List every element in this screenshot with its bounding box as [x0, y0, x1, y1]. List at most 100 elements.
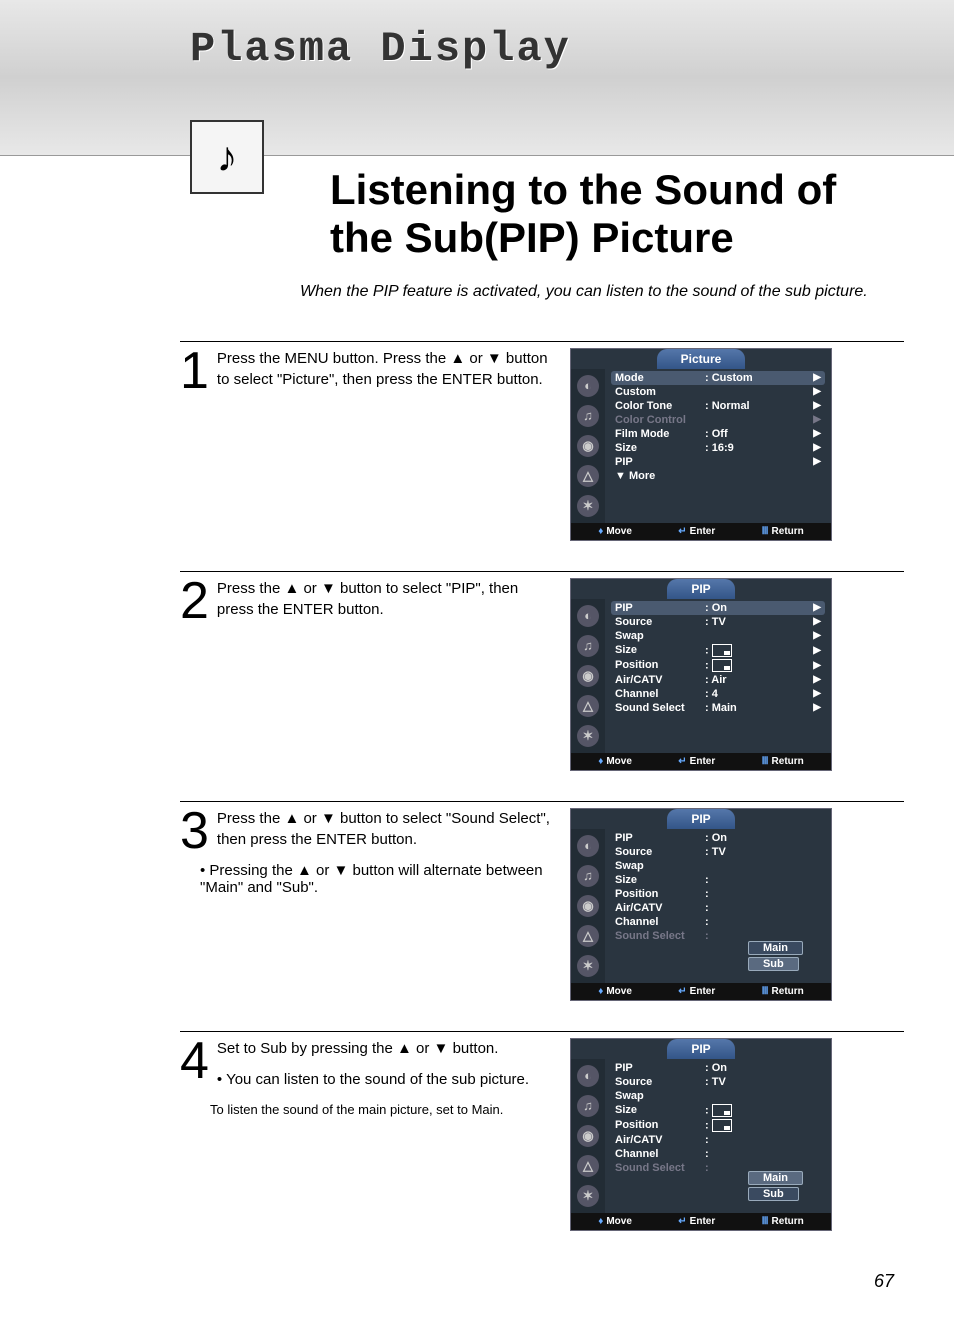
osd-menu-item[interactable]: Color Control ▶ [611, 413, 825, 427]
step-number: 2 [180, 578, 209, 625]
osd-menu-item[interactable]: Film Mode : Off ▶ [611, 427, 825, 441]
osd-menu-item[interactable]: Size : ▶ [611, 643, 825, 658]
osd-menu-item[interactable]: Channel : [611, 1147, 825, 1161]
pip-rect-icon [712, 1104, 732, 1117]
osd-menu-item[interactable]: Color Tone : Normal ▶ [611, 399, 825, 413]
osd-menu-item[interactable]: PIP : On [611, 1061, 825, 1075]
osd-screenshot: PIP ◐ ♫ ◉ △ ✶ PIP : On ▶ Source : TV ▶ S… [570, 578, 832, 771]
osd-menu-item[interactable]: Position : [611, 1118, 825, 1133]
osd-popup: Main Sub [748, 1170, 803, 1202]
osd-popup-option[interactable]: Sub [748, 957, 799, 971]
osd-item-label: Sound Select [615, 1162, 705, 1174]
osd-item-value: : [705, 888, 821, 900]
osd-item-label: Position [615, 1119, 705, 1131]
chevron-right-icon: ▶ [813, 645, 821, 656]
osd-popup: Main Sub [748, 940, 803, 972]
osd-item-value: : [705, 916, 821, 928]
osd-menu-item[interactable]: PIP : On ▶ [611, 601, 825, 615]
picture-icon: ◐ [577, 835, 599, 857]
osd-popup-option[interactable]: Main [748, 1171, 803, 1185]
step-row: 3 Press the ▲ or ▼ button to select "Sou… [180, 801, 904, 1001]
osd-menu-item[interactable]: Source : TV ▶ [611, 615, 825, 629]
osd-menu-item[interactable]: Channel : 4 ▶ [611, 687, 825, 701]
osd-item-label: Swap [615, 1090, 705, 1102]
function-icon: ✶ [577, 725, 599, 747]
enter-icon: ↵ [678, 526, 686, 537]
osd-item-label: Color Tone [615, 400, 705, 412]
osd-menu-item[interactable]: Source : TV [611, 1075, 825, 1089]
picture-icon: ◐ [577, 605, 599, 627]
osd-item-label: Channel [615, 1148, 705, 1160]
osd-menu-item[interactable]: Size : [611, 873, 825, 887]
osd-item-label: Custom [615, 386, 705, 398]
osd-popup-option[interactable]: Main [748, 941, 803, 955]
chevron-right-icon: ▶ [813, 428, 821, 439]
osd-menu-item[interactable]: Air/CATV : [611, 1133, 825, 1147]
step-bullet: • Pressing the ▲ or ▼ button will altern… [200, 862, 550, 896]
chevron-right-icon: ▶ [813, 616, 821, 627]
osd-title: PIP [667, 809, 734, 829]
osd-popup-option[interactable]: Sub [748, 1187, 799, 1201]
manual-page: Plasma Display ♪ Listening to the Sound … [0, 0, 954, 1322]
osd-item-value: : [705, 874, 821, 886]
step-row: 1 Press the MENU button. Press the ▲ or … [180, 341, 904, 541]
osd-menu-item[interactable]: ▼ More [611, 469, 825, 483]
chevron-right-icon: ▶ [813, 602, 821, 613]
osd-menu-item[interactable]: PIP : On [611, 831, 825, 845]
pip-rect-icon [712, 644, 732, 657]
step-instruction: Set to Sub by pressing the ▲ or ▼ button… [180, 1038, 550, 1059]
osd-menu-item[interactable]: Swap [611, 1089, 825, 1103]
osd-menu-item[interactable]: Position : [611, 887, 825, 901]
osd-item-label: Channel [615, 916, 705, 928]
osd-item-label: PIP [615, 1062, 705, 1074]
osd-item-label: Size [615, 1104, 705, 1116]
osd-item-label: Source [615, 846, 705, 858]
setup-icon: △ [577, 1155, 599, 1177]
osd-menu-item[interactable]: Swap ▶ [611, 629, 825, 643]
picture-icon: ◐ [577, 1065, 599, 1087]
return-icon: Ⅲ [762, 986, 769, 997]
osd-footer: ♦Move ↵Enter ⅢReturn [571, 1213, 831, 1230]
pip-rect-icon [712, 659, 732, 672]
function-icon: ✶ [577, 955, 599, 977]
osd-item-label: Size [615, 644, 705, 656]
osd-list: Mode : Custom ▶ Custom ▶ Color Tone : No… [605, 369, 831, 523]
osd-menu-item[interactable]: Air/CATV : [611, 901, 825, 915]
osd-item-label: ▼ More [615, 470, 705, 482]
chevron-right-icon: ▶ [813, 630, 821, 641]
osd-menu-item[interactable]: Mode : Custom ▶ [611, 371, 825, 385]
osd-footer: ♦Move ↵Enter ⅢReturn [571, 753, 831, 770]
osd-screenshot: PIP ◐ ♫ ◉ △ ✶ PIP : On Source : TV Swap … [570, 808, 832, 1001]
step-row: 2 Press the ▲ or ▼ button to select "PIP… [180, 571, 904, 771]
osd-menu-item[interactable]: PIP ▶ [611, 455, 825, 469]
osd-menu-item[interactable]: Air/CATV : Air ▶ [611, 673, 825, 687]
move-icon: ♦ [598, 526, 603, 537]
chevron-right-icon: ▶ [813, 674, 821, 685]
osd-menu-item[interactable]: Size : [611, 1103, 825, 1118]
osd-list: PIP : On ▶ Source : TV ▶ Swap ▶ Size : ▶… [605, 599, 831, 753]
osd-menu-item[interactable]: Channel : [611, 915, 825, 929]
osd-item-label: PIP [615, 456, 705, 468]
enter-icon: ↵ [678, 1216, 686, 1227]
osd-item-value: : TV [705, 616, 813, 628]
osd-item-label: Swap [615, 630, 705, 642]
osd-item-value: : [705, 1104, 821, 1117]
function-icon: ✶ [577, 495, 599, 517]
move-icon: ♦ [598, 756, 603, 767]
osd-menu-item[interactable]: Size : 16:9 ▶ [611, 441, 825, 455]
setup-icon: △ [577, 925, 599, 947]
osd-screenshot: PIP ◐ ♫ ◉ △ ✶ PIP : On Source : TV Swap … [570, 1038, 832, 1231]
osd-item-label: Mode [615, 372, 705, 384]
osd-menu-item[interactable]: Swap [611, 859, 825, 873]
osd-menu-item[interactable]: Position : ▶ [611, 658, 825, 673]
channel-icon: ◉ [577, 665, 599, 687]
chevron-right-icon: ▶ [813, 414, 821, 425]
osd-menu-item[interactable]: Custom ▶ [611, 385, 825, 399]
osd-item-label: Film Mode [615, 428, 705, 440]
osd-category-icons: ◐ ♫ ◉ △ ✶ [571, 1059, 605, 1213]
page-title: Listening to the Sound of the Sub(PIP) P… [330, 166, 904, 263]
osd-category-icons: ◐ ♫ ◉ △ ✶ [571, 829, 605, 983]
plasma-display-logo: Plasma Display [190, 25, 914, 73]
osd-menu-item[interactable]: Sound Select : Main ▶ [611, 701, 825, 715]
osd-menu-item[interactable]: Source : TV [611, 845, 825, 859]
